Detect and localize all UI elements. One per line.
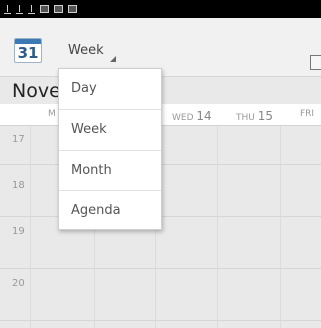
today-icon[interactable] xyxy=(310,55,321,70)
status-bar xyxy=(0,0,321,18)
sdcard-icon xyxy=(68,5,77,13)
download-icon xyxy=(28,4,35,14)
download-icon xyxy=(4,4,11,14)
grid-divider xyxy=(0,268,321,269)
day-header[interactable]: M xyxy=(48,109,56,119)
day-abbr: FRI xyxy=(300,109,315,119)
grid-divider xyxy=(0,320,321,321)
hour-label: 19 xyxy=(12,226,25,237)
image-icon xyxy=(40,5,49,13)
day-number: 15 xyxy=(257,109,274,123)
grid-divider xyxy=(30,126,31,328)
menu-item-day[interactable]: Day xyxy=(59,69,161,109)
grid-divider xyxy=(280,126,281,328)
day-header[interactable]: WED 14 xyxy=(172,109,212,123)
calendar-icon-number: 31 xyxy=(17,44,39,62)
day-header[interactable]: FRI xyxy=(300,109,314,119)
view-selector[interactable]: Week xyxy=(58,38,122,66)
menu-item-label: Day xyxy=(71,81,97,96)
calendar-app-icon[interactable]: 31 xyxy=(14,38,42,63)
menu-item-month[interactable]: Month xyxy=(59,151,161,191)
hour-label: 18 xyxy=(12,180,25,191)
menu-item-label: Month xyxy=(71,163,112,178)
grid-divider xyxy=(217,126,218,328)
mail-icon xyxy=(54,5,63,13)
day-abbr: THU xyxy=(236,113,255,123)
view-selector-label: Week xyxy=(68,43,104,58)
menu-item-week[interactable]: Week xyxy=(59,110,161,150)
day-abbr: M xyxy=(48,109,56,119)
month-title: Nove xyxy=(12,80,61,102)
day-abbr: WED xyxy=(172,113,194,123)
hour-label: 17 xyxy=(12,134,25,145)
day-header[interactable]: THU 15 xyxy=(236,109,273,123)
download-icon xyxy=(16,4,23,14)
hour-label: 20 xyxy=(12,278,25,289)
menu-item-label: Week xyxy=(71,122,107,137)
menu-item-label: Agenda xyxy=(71,203,121,218)
menu-item-agenda[interactable]: Agenda xyxy=(59,191,161,231)
view-dropdown-menu: Day Week Month Agenda xyxy=(58,68,162,230)
day-number: 14 xyxy=(196,109,212,123)
spinner-triangle-icon xyxy=(110,56,116,62)
